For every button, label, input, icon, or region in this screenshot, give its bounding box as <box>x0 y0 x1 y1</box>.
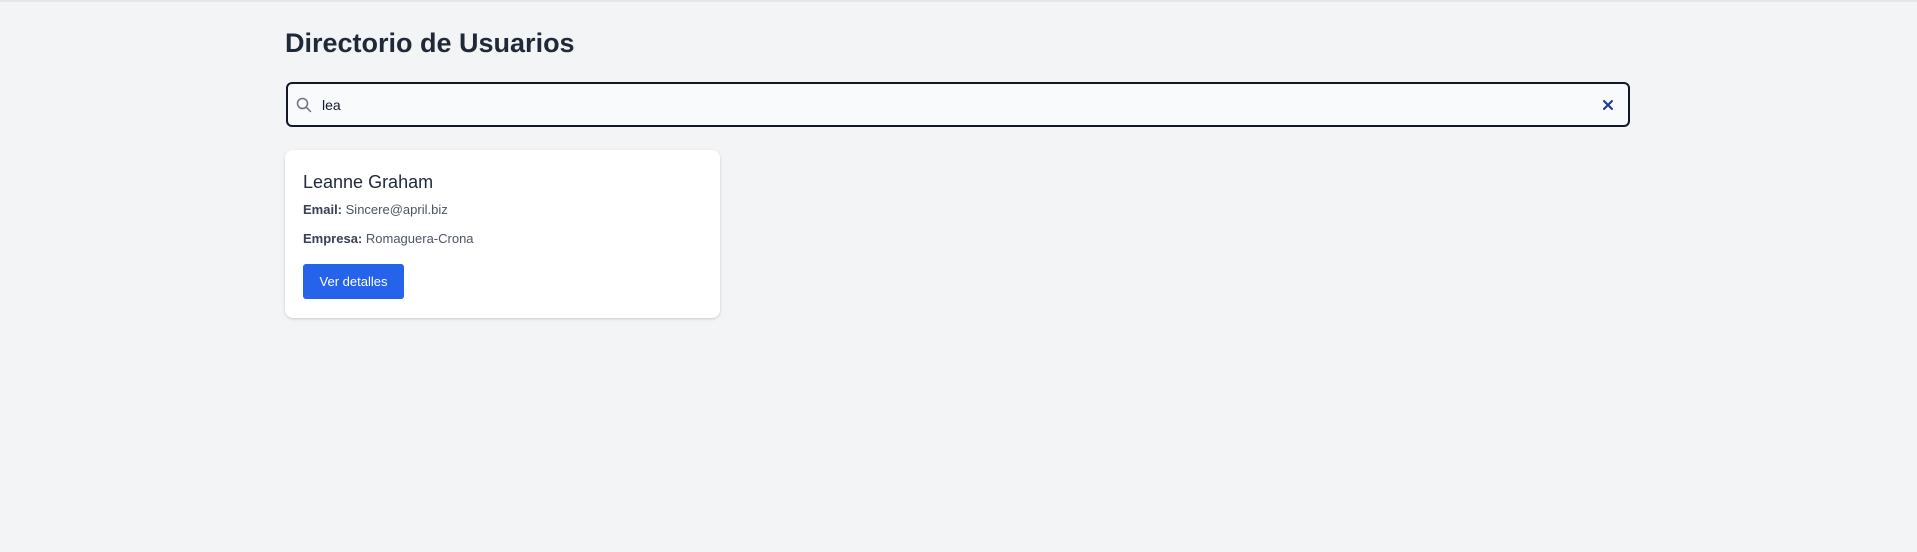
close-icon <box>1603 100 1613 110</box>
search-box <box>286 82 1630 127</box>
user-card: Leanne Graham Email: Sincere@april.biz E… <box>285 150 720 318</box>
user-email-line: Email: Sincere@april.biz <box>303 201 448 219</box>
page-title: Directorio de Usuarios <box>285 28 575 58</box>
search-input[interactable] <box>322 92 1562 117</box>
company-label: Empresa: <box>303 231 363 246</box>
email-label: Email: <box>303 202 343 217</box>
user-name: Leanne Graham <box>303 172 434 192</box>
view-details-button[interactable]: Ver detalles <box>303 264 404 299</box>
user-email: Sincere@april.biz <box>345 202 448 217</box>
user-company: Romaguera-Crona <box>365 231 474 246</box>
user-company-line: Empresa: Romaguera-Crona <box>303 230 474 248</box>
top-border <box>0 0 1917 2</box>
clear-search-button[interactable] <box>1598 95 1618 115</box>
search-icon <box>295 96 313 114</box>
